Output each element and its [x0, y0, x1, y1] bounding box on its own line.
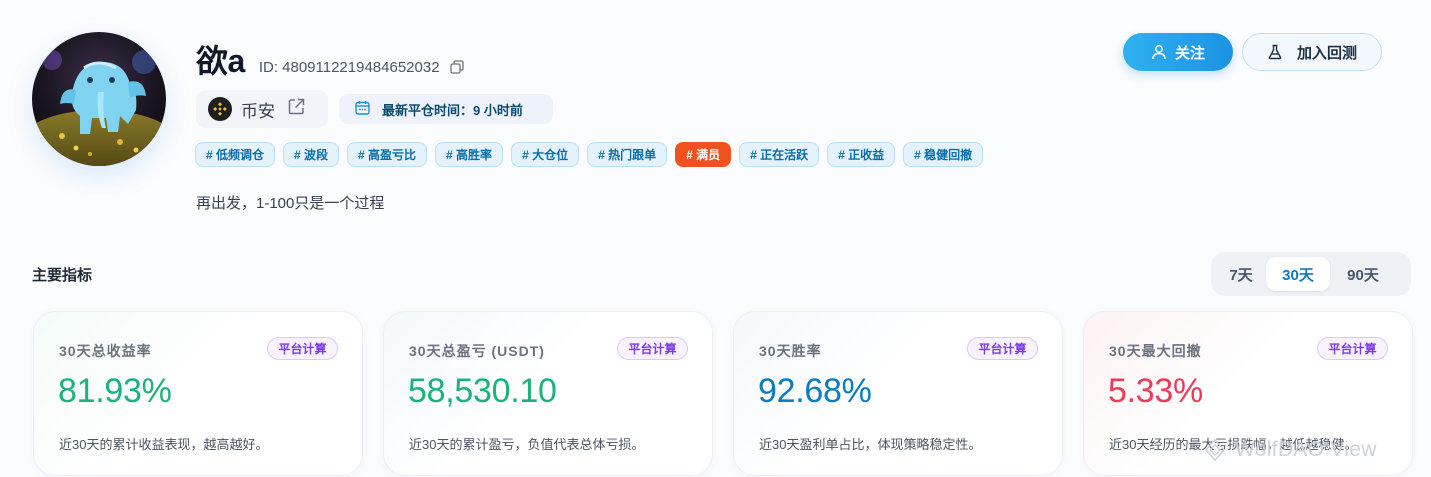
tag: # 波段: [283, 142, 340, 167]
period-tab-30d[interactable]: 30天: [1266, 257, 1330, 291]
metric-value: 92.68%: [758, 372, 872, 410]
last-close-time: 最新平仓时间：9 小时前: [339, 94, 553, 124]
external-link-icon: [287, 97, 306, 121]
tag: # 稳健回撤: [903, 142, 984, 167]
wolfdao-logo-icon: [1204, 438, 1226, 462]
follow-label: 关注: [1174, 44, 1205, 62]
platform-calc-badge: 平台计算: [617, 337, 688, 360]
platform-calc-badge: 平台计算: [967, 337, 1038, 360]
trader-name: 欲a: [196, 43, 245, 79]
metric-card-total-pnl: 30天总盈亏 (USDT) 平台计算 58,530.10 近30天的累计盈亏，负…: [383, 311, 713, 476]
tag: # 高盈亏比: [347, 142, 428, 167]
flask-icon: [1268, 44, 1282, 60]
tag-list: # 低频调仓 # 波段 # 高盈亏比 # 高胜率 # 大仓位 # 热门跟单 # …: [195, 142, 984, 167]
avatar: [32, 32, 166, 166]
tag: # 大仓位: [511, 142, 580, 167]
exchange-link[interactable]: 币安: [196, 90, 328, 128]
exchange-name: 币安: [241, 101, 275, 121]
tag: # 正收益: [827, 142, 896, 167]
metric-title: 30天总收益率: [59, 343, 152, 359]
metric-value: 5.33%: [1108, 372, 1203, 410]
tag: # 高胜率: [435, 142, 504, 167]
metric-description: 近30天的累计收益表现，越高越好。: [59, 437, 269, 452]
metric-description: 近30天的累计盈亏，负值代表总体亏损。: [409, 437, 645, 452]
period-tab-7d[interactable]: 7天: [1216, 257, 1266, 291]
metric-card-win-rate: 30天胜率 平台计算 92.68% 近30天盈利单占比，体现策略稳定性。: [733, 311, 1063, 476]
copy-icon[interactable]: [449, 60, 464, 79]
watermark: WolfDAO View: [1203, 438, 1377, 462]
metrics-title: 主要指标: [32, 267, 93, 284]
follow-button[interactable]: 关注: [1123, 33, 1233, 71]
bio: 再出发，1-100只是一个过程: [196, 195, 385, 212]
watermark-text: WolfDAO View: [1235, 438, 1377, 461]
metric-title: 30天最大回撤: [1109, 343, 1202, 359]
metric-title: 30天总盈亏 (USDT): [409, 343, 545, 359]
backtest-label: 加入回测: [1296, 44, 1357, 62]
profile-header: 欲a ID: 4809112219484652032: [196, 36, 464, 82]
calendar-icon: [355, 100, 370, 118]
tag: # 低频调仓: [195, 142, 276, 167]
tag: # 热门跟单: [587, 142, 668, 167]
tag-full: # 满员: [675, 142, 732, 167]
metric-value: 81.93%: [58, 372, 172, 410]
platform-calc-badge: 平台计算: [267, 337, 338, 360]
metric-value: 58,530.10: [408, 372, 557, 410]
metric-card-total-return: 30天总收益率 平台计算 81.93% 近30天的累计收益表现，越高越好。: [33, 311, 363, 476]
binance-icon: [208, 97, 232, 121]
tag: # 正在活跃: [739, 142, 820, 167]
period-switch: 7天 30天 90天: [1211, 252, 1411, 296]
metric-description: 近30天盈利单占比，体现策略稳定性。: [759, 437, 982, 452]
period-tab-90d[interactable]: 90天: [1330, 257, 1396, 291]
add-backtest-button[interactable]: 加入回测: [1242, 33, 1382, 71]
metric-title: 30天胜率: [759, 343, 822, 359]
platform-calc-badge: 平台计算: [1317, 337, 1388, 360]
user-icon: [1152, 45, 1166, 60]
trader-id: ID: 4809112219484652032: [258, 59, 440, 76]
avatar-image: [32, 32, 166, 166]
last-close-text: 最新平仓时间：9 小时前: [382, 102, 523, 118]
